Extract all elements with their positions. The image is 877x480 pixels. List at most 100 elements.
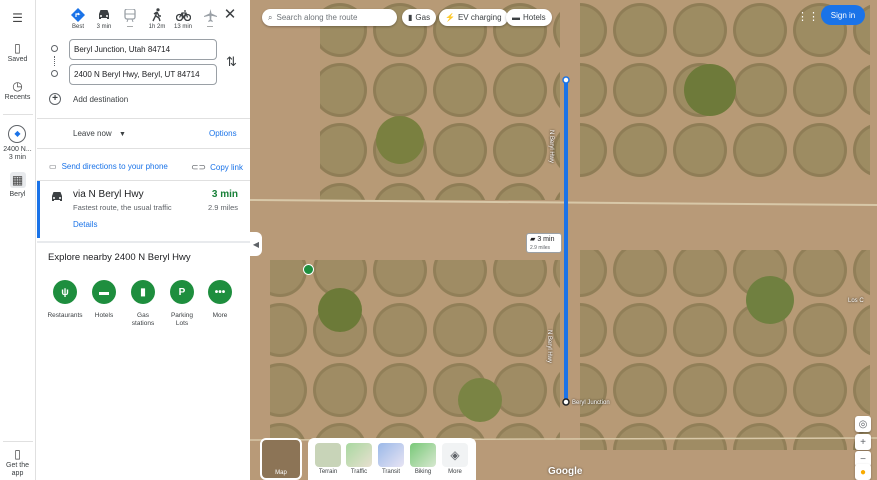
route-details-button[interactable]: Details xyxy=(73,220,97,229)
layer-label: Transit xyxy=(381,469,401,475)
bookmark-icon: ▯ xyxy=(14,41,21,55)
category-parking-button[interactable]: P Parking Lots xyxy=(163,280,201,328)
more-icon: ••• xyxy=(208,280,232,304)
dropdown-arrow-icon: ▼ xyxy=(118,131,126,138)
left-rail: ☰ ▯ Saved ◷ Recents ◆ 2400 N... 3 min ▦ … xyxy=(0,0,36,480)
history-icon: ◷ xyxy=(12,79,23,93)
layer-more[interactable]: ◈ More xyxy=(441,443,469,475)
copy-link-button[interactable]: ⊂⊃ Copy link xyxy=(191,162,243,173)
leave-now-label: Leave now xyxy=(73,129,112,138)
recents-button[interactable]: ◷ Recents xyxy=(5,78,31,102)
recents-label: Recents xyxy=(4,94,31,101)
mode-transit[interactable]: — xyxy=(117,7,143,30)
layer-transit[interactable]: Transit xyxy=(377,443,405,475)
directions-icon: ◆ xyxy=(8,125,27,143)
bike-icon xyxy=(175,7,191,23)
map-canvas[interactable]: ⌕ Search along the route ▮ Gas ⚡ EV char… xyxy=(250,0,877,480)
place-label: Beryl Junction xyxy=(572,400,610,406)
copy-link-label: Copy link xyxy=(210,163,243,172)
ev-charging-icon: ⚡ xyxy=(445,13,455,22)
options-button[interactable]: Options xyxy=(209,129,237,138)
destination-pin-icon xyxy=(51,70,58,77)
terrain-icon xyxy=(315,443,341,467)
add-icon: + xyxy=(49,93,61,105)
chip-ev-charging[interactable]: ⚡ EV charging xyxy=(439,9,508,26)
route-time-badge[interactable]: ▰ 3 min 2.9 miles xyxy=(526,233,562,253)
category-more-button[interactable]: ••• More xyxy=(201,280,239,320)
road-label: N Beryl Hwy xyxy=(548,130,554,164)
route-option[interactable]: via N Beryl Hwy Fastest route, the usual… xyxy=(37,181,250,238)
mode-transit-label: — xyxy=(127,24,133,30)
mode-flight-label: — xyxy=(207,24,213,30)
search-icon: ⌕ xyxy=(268,12,273,22)
layer-traffic[interactable]: Traffic xyxy=(345,443,373,475)
category-restaurants-button[interactable]: ψ Restaurants xyxy=(46,280,84,320)
close-directions-button[interactable]: ✕ xyxy=(222,7,238,23)
hotel-icon: ▬ xyxy=(92,280,116,304)
phone-icon: ▯ xyxy=(14,447,21,461)
gas-icon: ▮ xyxy=(408,13,413,22)
layer-toggle-button[interactable]: Map xyxy=(260,438,302,480)
search-along-route-input[interactable]: ⌕ Search along the route xyxy=(262,9,397,26)
layer-toggle-label: Map xyxy=(275,470,287,476)
chip-label: EV charging xyxy=(457,13,502,22)
chip-gas[interactable]: ▮ Gas xyxy=(402,9,437,26)
mode-drive[interactable]: 3 min xyxy=(91,7,117,30)
sign-in-button[interactable]: Sign in xyxy=(821,5,865,25)
get-app-button[interactable]: ▯ Get the app xyxy=(1,446,35,478)
place-label: Los C xyxy=(848,298,864,304)
menu-icon: ☰ xyxy=(12,11,23,25)
collapse-panel-button[interactable]: ◀ xyxy=(250,232,262,256)
recent-item-beryl[interactable]: ▦ Beryl xyxy=(9,172,26,199)
biking-icon xyxy=(410,443,436,467)
route-summary: Fastest route, the usual traffic xyxy=(73,203,172,212)
swap-waypoints-button[interactable]: ⇅ xyxy=(226,54,237,70)
park-marker-icon[interactable] xyxy=(303,264,314,275)
directions-panel: Best 3 min — 1h 2m 13 min — ✕ Beryl Junc… xyxy=(37,0,250,480)
mode-best-label: Best xyxy=(71,24,84,30)
transit-icon xyxy=(378,443,404,467)
chip-label: Gas xyxy=(415,13,431,22)
pegman-button[interactable]: ● xyxy=(855,464,871,480)
sign-in-label: Sign in xyxy=(830,10,856,20)
layer-terrain[interactable]: Terrain xyxy=(314,443,342,475)
layer-options: Terrain Traffic Transit Biking ◈ More xyxy=(308,438,476,480)
mode-walk[interactable]: 1h 2m xyxy=(144,7,170,30)
best-icon xyxy=(70,7,86,23)
gas-icon: ▮ xyxy=(131,280,155,304)
mode-bike[interactable]: 13 min xyxy=(170,7,196,30)
mode-drive-label: 3 min xyxy=(96,24,112,30)
send-to-phone-button[interactable]: ▭ Send directions to your phone xyxy=(49,162,168,171)
menu-button[interactable]: ☰ xyxy=(10,10,26,26)
parking-icon: P xyxy=(170,280,194,304)
recent-item-time: 3 min xyxy=(8,154,27,161)
category-gas-button[interactable]: ▮ Gas stations xyxy=(124,280,162,328)
link-icon: ⊂⊃ xyxy=(191,162,207,172)
zoom-in-button[interactable]: + xyxy=(855,434,871,450)
mode-best[interactable]: Best xyxy=(65,7,91,30)
pegman-icon: ● xyxy=(859,466,867,478)
layer-biking[interactable]: Biking xyxy=(409,443,437,475)
chevron-left-icon: ◀ xyxy=(252,239,260,249)
category-hotels-button[interactable]: ▬ Hotels xyxy=(85,280,123,320)
badge-time: 3 min xyxy=(537,236,555,243)
layer-label: Biking xyxy=(414,469,432,475)
route-connector xyxy=(54,56,55,66)
chip-hotels[interactable]: ▬ Hotels xyxy=(506,9,552,26)
route-distance: 2.9 miles xyxy=(207,203,238,212)
saved-button[interactable]: ▯ Saved xyxy=(8,40,28,64)
rail-divider xyxy=(2,114,33,115)
destination-input[interactable] xyxy=(69,64,217,85)
badge-distance: 2.9 miles xyxy=(530,245,551,251)
send-directions-label: Send directions to your phone xyxy=(61,162,168,171)
place-icon: ▦ xyxy=(9,172,26,188)
my-location-button[interactable]: ◎ xyxy=(855,416,871,432)
layer-label: More xyxy=(448,469,462,475)
mode-flight[interactable]: — xyxy=(197,7,223,30)
add-destination-button[interactable]: + Add destination xyxy=(49,93,128,105)
leave-now-dropdown[interactable]: Leave now ▼ xyxy=(73,129,126,138)
recent-item-destination[interactable]: ◆ 2400 N... 3 min xyxy=(3,125,32,162)
route-time: 3 min xyxy=(211,189,238,200)
category-label: Gas stations xyxy=(131,312,155,327)
origin-input[interactable] xyxy=(69,39,217,60)
